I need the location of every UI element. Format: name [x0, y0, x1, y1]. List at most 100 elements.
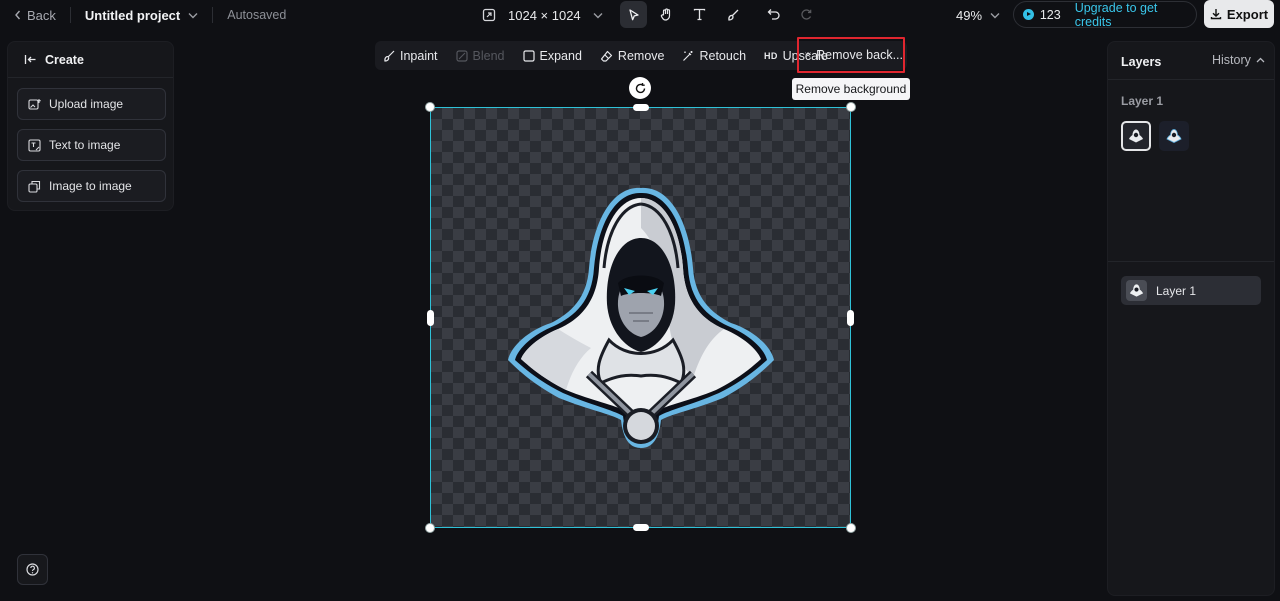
image-to-image-button[interactable]: Image to image	[17, 170, 166, 202]
hooded-assassin-mascot-image	[508, 187, 774, 448]
text-to-image-icon	[28, 138, 41, 152]
brush-tool-button[interactable]	[719, 1, 746, 28]
resize-handle-left[interactable]	[427, 310, 434, 326]
resize-handle-top-right[interactable]	[846, 102, 856, 112]
upload-image-label: Upload image	[49, 97, 124, 111]
hand-icon	[660, 8, 671, 21]
remove-background-label: Remove back...	[816, 48, 903, 62]
layers-panel-header: Layers History	[1108, 42, 1274, 80]
resize-handle-right[interactable]	[847, 310, 854, 326]
inpaint-label: Inpaint	[400, 48, 438, 63]
expand-label: Expand	[539, 48, 582, 63]
credit-count: 123	[1039, 7, 1061, 22]
select-icon	[628, 8, 639, 20]
credits-pill: 123 Upgrade to get credits	[1013, 1, 1197, 29]
create-panel-title: Create	[45, 52, 84, 67]
canvas-image-frame[interactable]	[425, 102, 856, 533]
retouch-button[interactable]: Retouch	[682, 49, 746, 63]
inpaint-icon	[384, 50, 395, 62]
history-label: History	[1212, 53, 1251, 67]
resize-handle-top-left[interactable]	[425, 102, 435, 112]
blend-icon	[455, 49, 468, 62]
layers-panel: Layers History Layer 1 Layer 1	[1107, 41, 1275, 596]
text-tool-button[interactable]	[686, 1, 713, 28]
redo-icon	[801, 9, 812, 20]
zoom-dropdown[interactable]: 49%	[956, 0, 1000, 30]
eraser-icon	[600, 50, 613, 62]
image-to-image-label: Image to image	[49, 179, 132, 193]
project-title-dropdown[interactable]: Untitled project	[85, 8, 198, 23]
layer-group-label: Layer 1	[1121, 94, 1164, 108]
retouch-label: Retouch	[699, 48, 747, 63]
divider	[212, 7, 214, 23]
history-tab[interactable]: History	[1212, 53, 1265, 67]
credit-coin-icon	[1023, 9, 1034, 20]
hd-icon: HD	[764, 50, 778, 61]
remove-background-icon	[805, 52, 812, 58]
retouch-icon	[683, 50, 693, 61]
history-thumbnail-current[interactable]	[1121, 121, 1151, 151]
text-to-image-button[interactable]: Text to image	[17, 129, 166, 161]
mascot-thumbnail-icon	[1166, 129, 1182, 143]
undo-icon	[767, 9, 780, 20]
layer-name: Layer 1	[1156, 283, 1197, 298]
layers-title[interactable]: Layers	[1121, 55, 1161, 69]
remove-background-tooltip: Remove background	[792, 78, 910, 100]
redo-button[interactable]	[793, 1, 820, 28]
inpaint-button[interactable]: Inpaint	[383, 49, 438, 63]
project-title: Untitled project	[84, 7, 181, 23]
hand-tool-button[interactable]	[653, 1, 680, 28]
brush-icon	[727, 9, 738, 21]
chevron-up-icon	[1256, 57, 1265, 63]
text-to-image-label: Text to image	[49, 138, 121, 152]
text-icon	[693, 8, 706, 21]
history-thumbnail-original[interactable]	[1159, 121, 1189, 151]
expand-icon	[522, 49, 535, 62]
select-tool-button[interactable]	[620, 1, 647, 28]
remove-button[interactable]: Remove	[600, 48, 665, 63]
blend-label: Blend	[472, 48, 505, 63]
mascot-thumbnail-icon	[1129, 284, 1144, 297]
chevron-down-icon	[188, 12, 198, 18]
help-icon	[26, 563, 39, 576]
create-panel-header[interactable]: Create	[8, 42, 173, 78]
rotate-handle[interactable]	[629, 77, 651, 99]
collapse-left-icon	[24, 55, 36, 64]
top-bar-left: Back Untitled project Autosaved	[14, 0, 286, 30]
layer-thumbnail	[1126, 280, 1147, 301]
image-to-image-icon	[28, 180, 41, 193]
resize-handle-bottom-left[interactable]	[425, 523, 435, 533]
back-button[interactable]: Back	[14, 8, 56, 23]
save-status: Autosaved	[227, 8, 287, 22]
resize-handle-bottom-right[interactable]	[846, 523, 856, 533]
undo-button[interactable]	[760, 1, 787, 28]
upload-image-button[interactable]: Upload image	[17, 88, 166, 120]
export-label: Export	[1226, 6, 1269, 22]
divider	[1108, 261, 1274, 262]
upload-image-icon	[28, 98, 41, 110]
remove-background-button[interactable]: Remove back...	[797, 37, 905, 73]
canvas-size-value: 1024 × 1024	[508, 7, 581, 23]
top-bar: Back Untitled project Autosaved 1024 × 1…	[0, 0, 1280, 30]
resize-handle-top[interactable]	[633, 104, 649, 111]
mascot-thumbnail-icon	[1129, 129, 1143, 143]
export-button[interactable]: Export	[1204, 0, 1274, 28]
create-panel: Create Upload image Text to image Image …	[7, 41, 174, 211]
edit-toolbar: Inpaint Blend Expand Remove Retouch HD U…	[375, 37, 907, 73]
layer-row[interactable]: Layer 1	[1121, 276, 1261, 305]
chevron-down-icon	[990, 12, 1000, 18]
canvas-size-dropdown[interactable]: 1024 × 1024	[482, 0, 603, 30]
upgrade-link[interactable]: Upgrade to get credits	[1075, 1, 1196, 29]
zoom-value: 49%	[956, 7, 983, 23]
divider	[69, 7, 71, 23]
resize-icon	[482, 8, 496, 22]
blend-button[interactable]: Blend	[455, 48, 505, 63]
remove-label: Remove	[617, 48, 665, 63]
resize-handle-bottom[interactable]	[633, 524, 649, 531]
chevron-down-icon	[593, 12, 603, 18]
expand-button[interactable]: Expand	[522, 48, 582, 63]
download-icon	[1210, 9, 1222, 20]
help-button[interactable]	[17, 554, 48, 585]
tool-group	[620, 1, 820, 28]
rotate-icon	[635, 82, 645, 93]
